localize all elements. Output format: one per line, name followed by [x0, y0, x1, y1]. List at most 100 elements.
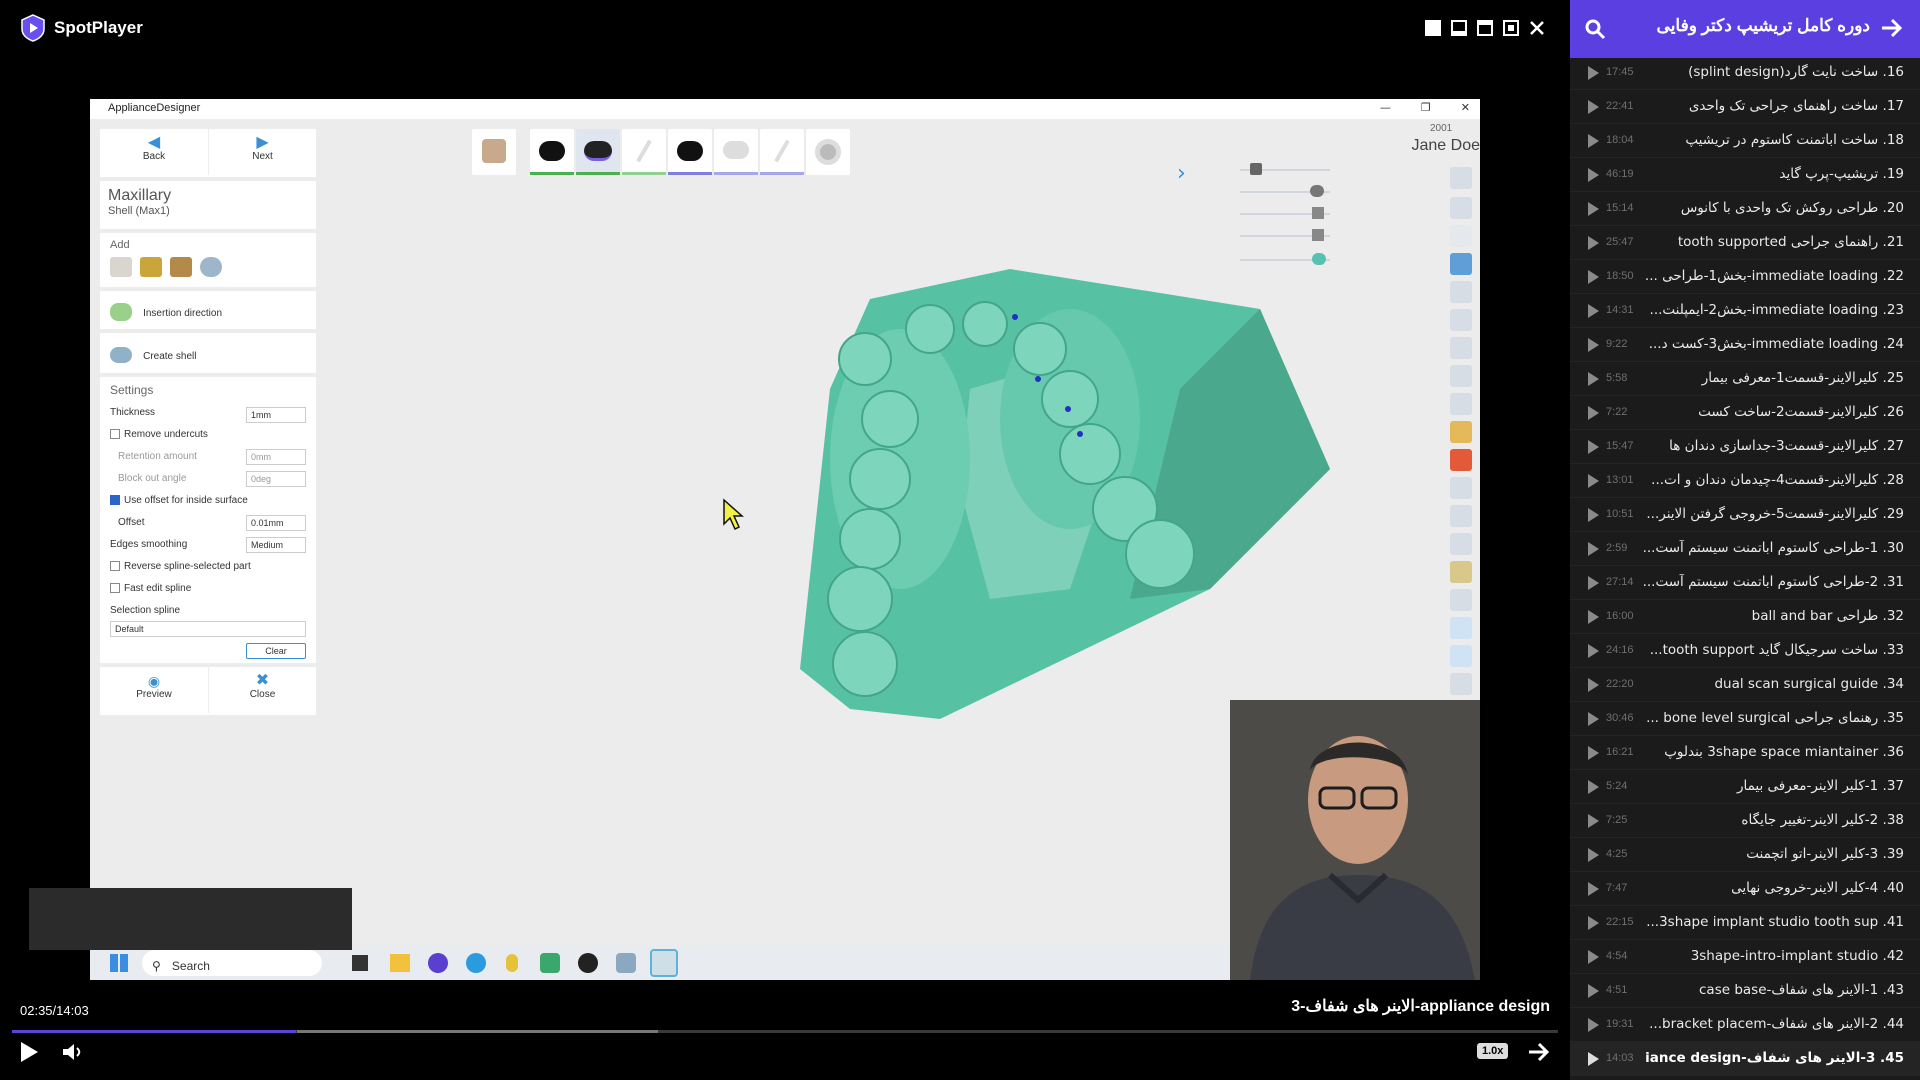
- edges-select[interactable]: Medium: [246, 537, 306, 553]
- use-offset-checkbox[interactable]: [110, 495, 120, 506]
- minimize-icon[interactable]: —: [1380, 101, 1391, 114]
- playlist-item[interactable]: 9:22 24. immediate loading-بخش3-کست د...: [1570, 328, 1920, 362]
- undo-icon[interactable]: [1450, 617, 1472, 639]
- playlist-item[interactable]: 18:04 18. ساخت اباتمنت کاستوم در تریشیپ: [1570, 124, 1920, 158]
- play-icon[interactable]: [1588, 100, 1599, 114]
- play-icon[interactable]: [1588, 372, 1599, 386]
- selection-spline-select[interactable]: Default: [110, 621, 306, 637]
- thickness-field[interactable]: 1mm: [246, 407, 306, 423]
- play-icon[interactable]: [1588, 848, 1599, 862]
- play-icon[interactable]: [1588, 236, 1599, 250]
- playlist-item[interactable]: 13:01 28. کلیرالاینر-قسمت4-چیدمان دندان و…: [1570, 464, 1920, 498]
- appliance-designer-task-icon[interactable]: [650, 949, 678, 977]
- playlist-item[interactable]: 5:58 25. کلیرالاینر-قسمت1-معرفی بیمار: [1570, 362, 1920, 396]
- playlist-item[interactable]: 7:47 40. 4-کلیر الاینر-خروجی نهایی: [1570, 872, 1920, 906]
- maximize-icon[interactable]: [1477, 20, 1493, 36]
- windows-start-icon[interactable]: [110, 954, 128, 972]
- play-icon[interactable]: [1588, 168, 1599, 182]
- play-icon[interactable]: [1588, 338, 1599, 352]
- playlist-item[interactable]: 2:59 30. 1-طراحی کاستوم اباتمنت سیستم آست…: [1570, 532, 1920, 566]
- playlist-item[interactable]: 4:25 39. 3-کلیر الاینر-اتو اتچمنت: [1570, 838, 1920, 872]
- blockout-field[interactable]: 0deg: [246, 471, 306, 487]
- playlist-item[interactable]: 10:51 29. کلیرالاینر-قسمت5-خروجی گرفتن ال…: [1570, 498, 1920, 532]
- slider-knob-icon[interactable]: [1312, 253, 1326, 265]
- play-icon[interactable]: [1588, 304, 1599, 318]
- playlist-item[interactable]: 27:14 31. 2-طراحی کاستوم اباتمنت سیستم آس…: [1570, 566, 1920, 600]
- play-icon[interactable]: [1588, 610, 1599, 624]
- play-button[interactable]: [18, 1040, 40, 1068]
- view-bottom-icon[interactable]: [1450, 393, 1472, 415]
- key-app-icon[interactable]: [506, 954, 518, 972]
- slider-knob-icon[interactable]: [1250, 163, 1262, 175]
- hand-icon[interactable]: [1450, 589, 1472, 611]
- green-app-icon[interactable]: [540, 953, 560, 973]
- model-gray-icon[interactable]: [714, 129, 758, 175]
- slider-knob-icon[interactable]: [1312, 229, 1324, 241]
- model-view-icon[interactable]: [1450, 477, 1472, 499]
- redo-icon[interactable]: [1450, 645, 1472, 667]
- add-pontic-icon[interactable]: [140, 257, 162, 277]
- close-panel-button[interactable]: ✖ Close: [208, 667, 316, 713]
- app-restore-icon[interactable]: ❐: [1421, 101, 1431, 114]
- visibility-sliders[interactable]: [1240, 161, 1390, 271]
- playlist-item[interactable]: 19:31 44. 2-الاینر های شفاف-bracket place…: [1570, 1008, 1920, 1042]
- play-icon[interactable]: [1588, 780, 1599, 794]
- reverse-spline-checkbox[interactable]: [110, 561, 120, 572]
- playlist-item[interactable]: 30:46 35. رهنمای جراحی bone level surgica…: [1570, 702, 1920, 736]
- add-bite-ramp-icon[interactable]: [170, 257, 192, 277]
- play-icon[interactable]: [1588, 202, 1599, 216]
- playlist-item[interactable]: 14:03 45. 3-الاینر های شفاف-appliance des…: [1570, 1042, 1920, 1076]
- model-dark2-icon[interactable]: [668, 129, 712, 175]
- next-button[interactable]: ▶ Next: [208, 129, 316, 175]
- sphere-icon[interactable]: [1450, 673, 1472, 695]
- close-icon[interactable]: [1529, 20, 1545, 36]
- playlist-item[interactable]: 18:50 22. immediate loading-بخش1-طراحی ..…: [1570, 260, 1920, 294]
- task-view-icon[interactable]: [352, 955, 368, 971]
- retention-field[interactable]: 0mm: [246, 449, 306, 465]
- playlist-item[interactable]: 5:24 37. 1-کلیر الاینر-معرفی بیمار: [1570, 770, 1920, 804]
- playlist-item[interactable]: 16:00 32. طراحی ball and bar: [1570, 600, 1920, 634]
- view-right-icon[interactable]: [1450, 337, 1472, 359]
- playlist-item[interactable]: 7:22 26. کلیرالاینر-قسمت2-ساخت کست: [1570, 396, 1920, 430]
- layout-small-icon[interactable]: [1451, 20, 1467, 36]
- view-back-icon[interactable]: [1450, 281, 1472, 303]
- playlist-item[interactable]: 16:21 36. 3shape space miantainer بندلوپ: [1570, 736, 1920, 770]
- dental-app-icon[interactable]: [616, 953, 636, 973]
- fast-edit-row[interactable]: Fast edit spline: [110, 583, 191, 601]
- volume-button[interactable]: [60, 1040, 84, 1068]
- playback-speed[interactable]: 1.0x: [1477, 1043, 1509, 1059]
- create-shell-step[interactable]: Create shell: [100, 333, 316, 373]
- recorder-app-icon[interactable]: [578, 953, 598, 973]
- playlist-item[interactable]: 15:14 20. طراحی روکش تک واحدی با کانوس: [1570, 192, 1920, 226]
- play-icon[interactable]: [1588, 270, 1599, 284]
- play-icon[interactable]: [1588, 882, 1599, 896]
- view-top-icon[interactable]: [1450, 365, 1472, 387]
- fast-edit-checkbox[interactable]: [110, 583, 120, 594]
- back-button[interactable]: ◀ Back: [100, 129, 208, 175]
- folder-icon[interactable]: [1450, 421, 1472, 443]
- playlist-item[interactable]: 25:47 21. راهنمای جراحی tooth supported: [1570, 226, 1920, 260]
- playlist-item[interactable]: 24:16 33. ساخت سرجیکال گاید tooth support…: [1570, 634, 1920, 668]
- play-icon[interactable]: [1588, 474, 1599, 488]
- section-icon[interactable]: [1450, 505, 1472, 527]
- playlist-item[interactable]: 22:20 34. dual scan surgical guide: [1570, 668, 1920, 702]
- tool-brush2-icon[interactable]: [760, 129, 804, 175]
- playlist-item[interactable]: 14:31 23. immediate loading-بخش2-ایمپلنت.…: [1570, 294, 1920, 328]
- play-icon[interactable]: [1588, 1052, 1599, 1066]
- play-icon[interactable]: [1588, 746, 1599, 760]
- play-icon[interactable]: [1588, 644, 1599, 658]
- play-icon[interactable]: [1588, 66, 1599, 80]
- view-globe-icon[interactable]: [1450, 167, 1472, 189]
- patient-photo-icon[interactable]: [472, 129, 516, 175]
- play-icon[interactable]: [1588, 508, 1599, 522]
- playlist-item[interactable]: 22:41 17. ساخت راهنمای جراحی تک واحدی: [1570, 90, 1920, 124]
- cup-icon[interactable]: [1450, 561, 1472, 583]
- remove-undercuts-checkbox[interactable]: [110, 429, 120, 440]
- disc-icon[interactable]: [806, 129, 850, 175]
- expand-chevron-icon[interactable]: ›: [1177, 161, 1186, 186]
- play-icon[interactable]: [1588, 1018, 1599, 1032]
- playlist-item[interactable]: 22:15 41. 3shape implant studio tooth sup…: [1570, 906, 1920, 940]
- remove-undercuts-row[interactable]: Remove undercuts: [110, 429, 208, 447]
- reverse-spline-row[interactable]: Reverse spline-selected part: [110, 561, 251, 579]
- slider-knob-icon[interactable]: [1312, 207, 1324, 219]
